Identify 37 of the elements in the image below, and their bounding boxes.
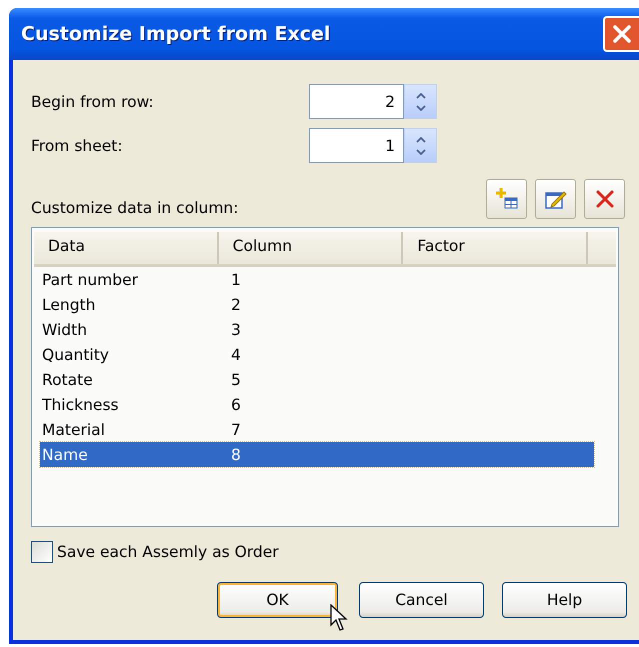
list-row[interactable]: Width 3 [40,317,594,342]
list-row[interactable]: Thickness 6 [40,392,594,417]
table-cell-text: Thickness [41,396,120,414]
list-row[interactable]: Name 8 [40,442,594,467]
table-cell-text: Quantity [41,346,110,364]
table-cell-text: 7 [230,420,242,438]
table-cell-text: Part number [41,270,140,288]
column-header[interactable]: Data [34,232,219,264]
table-cell-text: 6 [230,396,242,414]
column-header[interactable]: Factor [403,232,588,264]
table-cell-text: Name [41,446,89,464]
table-cell-text: Width [41,320,88,338]
dialog-button[interactable]: OK [217,582,338,618]
dialog-button[interactable]: Cancel [359,582,484,618]
table-cell-text: Rotate [41,370,94,388]
window-title: Customize Import from Excel [21,23,330,45]
list-row[interactable]: Rotate 5 [40,367,594,392]
table-cell-text: 2 [230,296,242,314]
table-cell-text: 5 [230,370,242,388]
checkbox-label: Save each Assemly as Order [57,543,279,561]
column-header[interactable]: Column [218,232,404,264]
list-row[interactable]: Material 7 [40,417,594,442]
number-field[interactable]: 2 [309,84,404,119]
list-row[interactable]: Quantity 4 [40,342,594,367]
table-cell-text: Material [41,420,106,438]
field-label: Begin from row: [31,92,155,110]
table-cell-text: 1 [230,270,242,288]
table-cell-text: Length [41,296,96,314]
list-row[interactable]: Part number 1 [40,267,594,292]
table-cell-text: 3 [230,320,242,338]
dialog-button[interactable]: Help [502,582,627,618]
list-row[interactable]: Length 2 [40,292,594,317]
list-label: Customize data in column: [31,199,238,219]
field-label: From sheet: [31,136,124,154]
number-field[interactable]: 1 [309,128,404,163]
table-cell-text: 4 [230,346,242,364]
table-cell-text: 8 [230,446,242,464]
